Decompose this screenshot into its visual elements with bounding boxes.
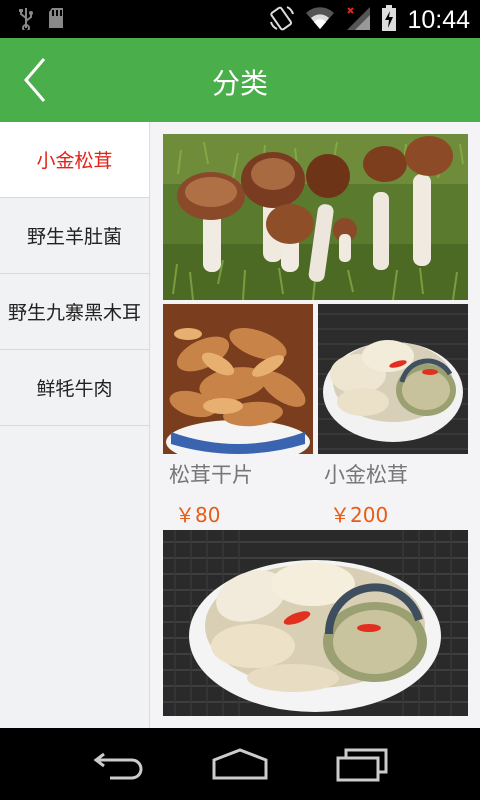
signal-icon [345, 5, 371, 35]
navigation-bar [0, 728, 480, 800]
product-name: 松茸干片 [169, 463, 253, 487]
category-sidebar: 小金松茸 野生羊肚菌 野生九寨黑木耳 鲜牦牛肉 [0, 122, 150, 728]
sidebar-item-yangduoju[interactable]: 野生羊肚菌 [0, 198, 149, 274]
product-grid: 松茸干片 ￥80 小金松茸 ￥200 [151, 122, 480, 728]
sidebar-item-label: 鲜牦牛肉 [36, 378, 113, 400]
sidebar-item-label: 野生九寨黑木耳 [7, 302, 141, 324]
sd-card-icon [48, 7, 64, 33]
battery-charging-icon [381, 4, 397, 36]
product-image-large[interactable] [163, 530, 468, 716]
sidebar-item-black-fungus[interactable]: 野生九寨黑木耳 [0, 274, 149, 350]
product-image [318, 304, 468, 454]
sidebar-item-label: 小金松茸 [36, 150, 113, 172]
back-arrow-icon [90, 752, 150, 788]
app-header: 分类 [0, 38, 480, 122]
status-bar: 10:44 [0, 0, 480, 38]
product-card[interactable]: 小金松茸 ￥200 [318, 304, 468, 534]
banner-image[interactable] [163, 134, 468, 300]
product-image [163, 304, 313, 454]
nav-home-button[interactable] [210, 744, 270, 784]
product-price: ￥200 [330, 503, 389, 527]
product-price: ￥80 [175, 503, 221, 527]
sidebar-item-label: 野生羊肚菌 [26, 226, 122, 248]
product-card[interactable]: 松茸干片 ￥80 [163, 304, 313, 534]
wifi-icon [305, 6, 335, 34]
status-time: 10:44 [407, 5, 470, 34]
nav-recent-apps-button[interactable] [332, 744, 392, 784]
product-name: 小金松茸 [324, 463, 408, 487]
recent-apps-icon [332, 748, 392, 788]
home-icon [210, 748, 270, 788]
nav-back-button[interactable] [90, 744, 150, 784]
page-title: 分类 [211, 67, 268, 100]
sidebar-item-yak-meat[interactable]: 鲜牦牛肉 [0, 350, 149, 426]
usb-icon [18, 6, 34, 34]
rotate-icon [269, 5, 295, 35]
sidebar-item-xiaojin-songrong[interactable]: 小金松茸 [0, 122, 149, 198]
